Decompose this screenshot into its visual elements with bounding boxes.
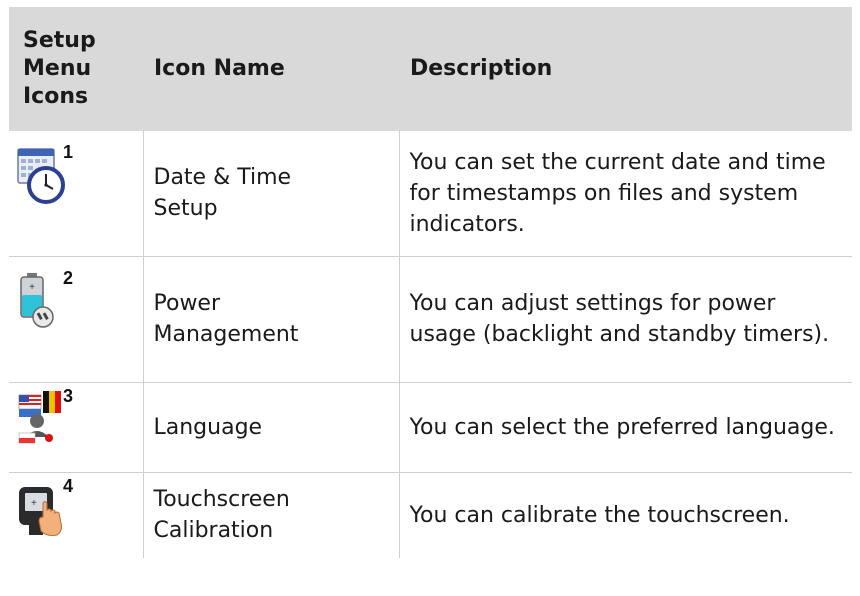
- icon-number: 4: [63, 475, 74, 496]
- flags-person-icon: 3: [17, 386, 77, 451]
- icon-name-cell: Language: [142, 382, 399, 473]
- description-cell: You can adjust settings for power usage …: [398, 256, 852, 383]
- header-setup-menu-icons: Setup Menu Icons: [9, 7, 143, 131]
- description-cell: You can set the current date and time fo…: [398, 131, 852, 257]
- setup-menu-icons-table: Setup Menu Icons Icon Name Description 1…: [9, 7, 852, 558]
- icon-cell: + 4: [9, 472, 143, 558]
- battery-plug-icon: + 2: [17, 268, 77, 333]
- icon-name-line: Date & Time: [153, 165, 292, 191]
- table-row: 1 Date & Time Setup You can set the curr…: [9, 131, 852, 257]
- icon-cell: 3: [9, 382, 143, 473]
- icon-number: 2: [63, 267, 74, 288]
- touchscreen-hand-icon: + 4: [17, 476, 77, 541]
- calendar-clock-icon: 1: [17, 142, 77, 207]
- icon-name-line: Setup: [153, 196, 218, 222]
- icon-name-cell: Date & Time Setup: [142, 131, 399, 257]
- icon-name-line: Management: [153, 322, 299, 347]
- icon-name-cell: Power Management: [142, 256, 399, 383]
- icon-name-cell: Touchscreen Calibration: [142, 472, 399, 558]
- table-row: + 4 Touchscreen Calibration You can cali…: [9, 472, 852, 558]
- description-cell: You can select the preferred language.: [398, 382, 852, 473]
- icon-cell: 1: [9, 131, 143, 257]
- svg-text:+: +: [29, 282, 35, 293]
- header-icon-name: Icon Name: [143, 7, 399, 131]
- header-description: Description: [399, 7, 852, 131]
- table-row: 3 Language You can select the preferred …: [9, 382, 852, 473]
- icon-number: 1: [63, 142, 74, 162]
- svg-text:+: +: [31, 498, 37, 509]
- header-col1-line: Menu: [23, 56, 92, 81]
- header-col1-line: Icons: [23, 84, 89, 109]
- icon-cell: + 2: [9, 256, 143, 383]
- icon-name-line: Calibration: [153, 518, 274, 544]
- icon-number: 3: [63, 385, 74, 406]
- icon-name-line: Power: [153, 291, 221, 316]
- table-header-row: Setup Menu Icons Icon Name Description: [9, 7, 852, 131]
- table-row: + 2 Power Management You can adjust sett…: [9, 256, 852, 383]
- icon-name-line: Touchscreen: [153, 487, 290, 513]
- icon-name-line: Language: [153, 414, 263, 440]
- description-cell: You can calibrate the touchscreen.: [398, 472, 852, 558]
- header-col1-line: Setup: [23, 28, 96, 53]
